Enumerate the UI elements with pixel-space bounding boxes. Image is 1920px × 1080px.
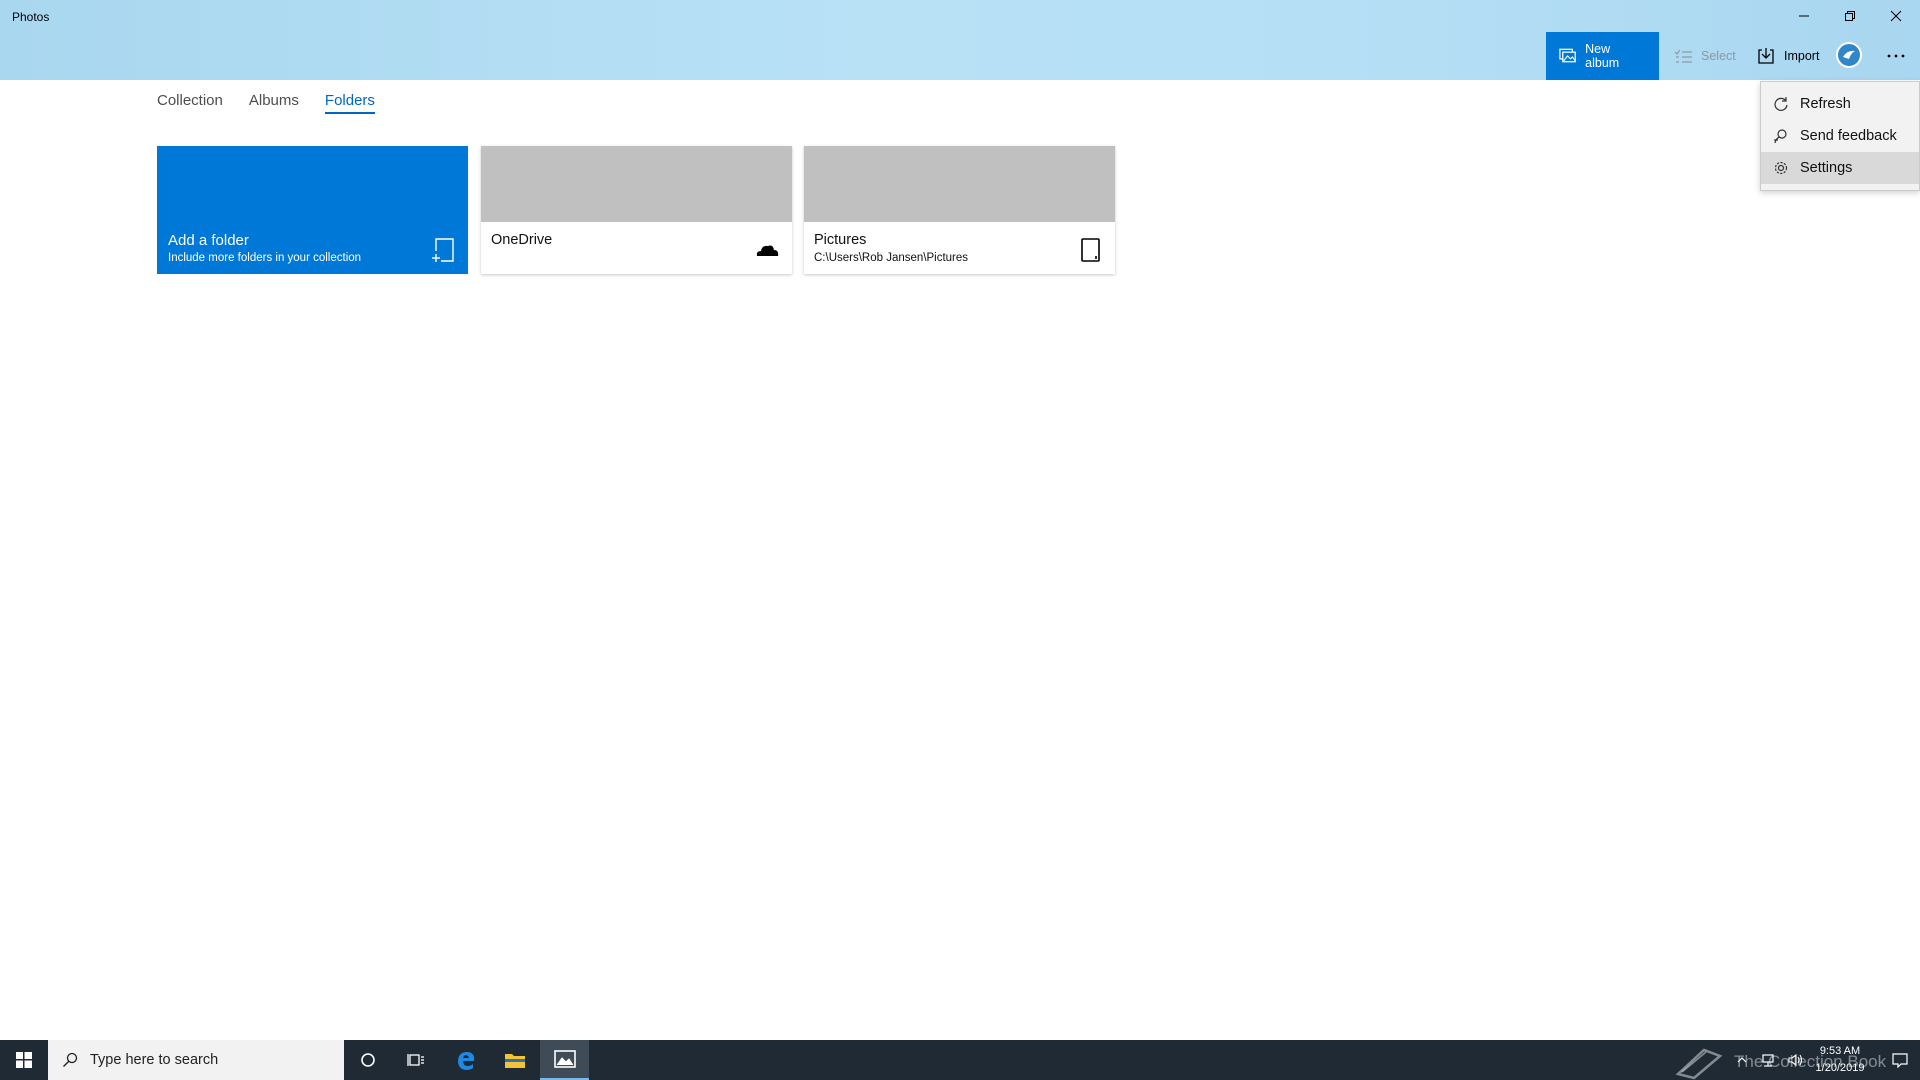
clock-date: 1/20/2019	[1815, 1062, 1865, 1074]
new-album-label: New album	[1585, 42, 1620, 70]
add-folder-subtitle: Include more folders in your collection	[168, 252, 362, 264]
menu-item-refresh[interactable]: Refresh	[1761, 88, 1919, 120]
onedrive-folder-tile[interactable]: OneDrive	[481, 146, 792, 274]
pictures-path: C:\Users\Rob Jansen\Pictures	[814, 252, 969, 264]
network-icon[interactable]	[1760, 1053, 1776, 1067]
import-icon	[1758, 48, 1774, 64]
pictures-folder-tile[interactable]: Pictures C:\Users\Rob Jansen\Pictures	[804, 146, 1115, 274]
taskbar: Type here to search The Collection Book …	[0, 1040, 1920, 1080]
onedrive-title: OneDrive	[491, 232, 553, 248]
restore-button[interactable]	[1827, 0, 1873, 32]
title-bar: Photos New album Select Import	[0, 0, 1920, 80]
task-view-icon	[407, 1054, 424, 1066]
cortana-button[interactable]	[344, 1040, 392, 1080]
import-button[interactable]: Import	[1742, 32, 1833, 80]
task-view-button[interactable]	[392, 1040, 440, 1080]
view-tabs: Collection Albums Folders	[157, 92, 375, 114]
more-options-button[interactable]	[1874, 32, 1918, 80]
device-icon	[1081, 238, 1100, 262]
app-title: Photos	[12, 10, 50, 24]
photos-app: Photos New album Select Import Collectio…	[0, 0, 1920, 1080]
tab-folders[interactable]: Folders	[324, 92, 375, 114]
taskbar-edge[interactable]	[442, 1040, 490, 1080]
photos-app-icon	[553, 1050, 576, 1068]
windows-logo-icon	[16, 1052, 32, 1068]
cortana-icon	[361, 1053, 375, 1067]
menu-item-label: Refresh	[1800, 96, 1851, 112]
import-label: Import	[1784, 49, 1820, 63]
tab-albums[interactable]: Albums	[249, 92, 299, 114]
minimize-icon	[1799, 15, 1809, 17]
add-folder-tile[interactable]: Add a folder Include more folders in you…	[157, 146, 468, 274]
more-options-menu: Refresh Send feedback Settings	[1760, 81, 1920, 191]
close-button[interactable]	[1873, 0, 1919, 32]
add-folder-title: Add a folder	[168, 232, 249, 249]
folder-thumbnail	[804, 146, 1115, 222]
new-album-icon	[1559, 48, 1576, 63]
taskbar-search-box[interactable]: Type here to search	[48, 1040, 344, 1080]
system-tray	[1736, 1040, 1804, 1080]
close-icon	[1890, 10, 1902, 22]
tab-collection[interactable]: Collection	[157, 92, 223, 114]
edge-icon	[458, 1052, 475, 1070]
notifications-icon	[1892, 1053, 1908, 1068]
gear-icon	[1774, 161, 1788, 175]
minimize-button[interactable]	[1781, 0, 1827, 32]
new-album-button[interactable]: New album	[1546, 32, 1659, 80]
chevron-up-icon[interactable]	[1736, 1054, 1748, 1066]
add-folder-icon	[432, 238, 454, 262]
pictures-title: Pictures	[814, 232, 867, 248]
refresh-icon	[1774, 97, 1788, 111]
taskbar-clock[interactable]: 9:53 AM 1/20/2019	[1802, 1043, 1878, 1077]
cloud-icon	[756, 245, 779, 256]
more-icon	[1887, 54, 1905, 58]
book-logo-icon	[1675, 1048, 1723, 1080]
search-placeholder: Type here to search	[90, 1052, 219, 1068]
select-button[interactable]: Select	[1659, 32, 1750, 80]
feedback-icon	[1774, 129, 1787, 144]
account-avatar[interactable]	[1836, 42, 1862, 68]
menu-item-label: Send feedback	[1800, 128, 1897, 144]
account-icon	[1843, 50, 1855, 59]
folder-icon	[505, 1054, 525, 1068]
select-label: Select	[1701, 49, 1736, 63]
menu-item-settings[interactable]: Settings	[1761, 152, 1919, 184]
menu-item-label: Settings	[1800, 160, 1853, 176]
action-center-button[interactable]	[1880, 1040, 1920, 1080]
search-icon	[63, 1052, 78, 1067]
clock-time: 9:53 AM	[1819, 1045, 1861, 1057]
taskbar-photos[interactable]	[540, 1040, 589, 1080]
start-button[interactable]	[0, 1040, 48, 1080]
folder-thumbnail	[481, 146, 792, 222]
taskbar-file-explorer[interactable]	[491, 1040, 539, 1080]
menu-item-send-feedback[interactable]: Send feedback	[1761, 120, 1919, 152]
select-list-icon	[1674, 49, 1692, 63]
restore-icon	[1845, 11, 1855, 21]
